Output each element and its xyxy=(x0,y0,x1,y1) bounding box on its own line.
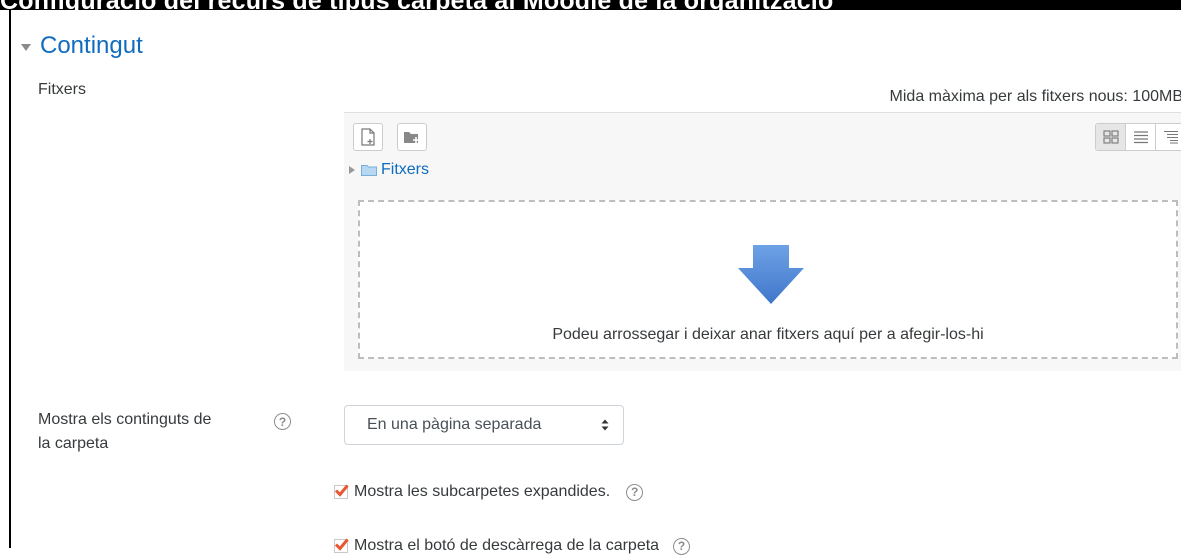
tree-view-icon xyxy=(1163,130,1178,144)
display-select-value: En una pàgina separada xyxy=(367,416,542,433)
content-section: Contingut Fitxers Mida màxima per als fi… xyxy=(9,10,1181,555)
download-button-checkbox[interactable] xyxy=(334,538,349,553)
folder-path[interactable]: Fitxers xyxy=(349,161,429,179)
cropped-heading: Configuració del recurs de tipus carpeta… xyxy=(0,0,1181,10)
section-header[interactable]: Contingut xyxy=(21,32,143,60)
help-icon[interactable]: ? xyxy=(673,537,691,555)
option-download-button[interactable]: Mostra el botó de descàrrega de la carpe… xyxy=(334,537,691,555)
add-file-icon xyxy=(361,128,375,146)
drop-zone-message: Podeu arrossegar i deixar anar fitxers a… xyxy=(552,326,984,343)
list-view-button[interactable] xyxy=(1125,124,1155,150)
max-file-size: Mida màxima per als fitxers nous: 100MB xyxy=(889,88,1181,105)
chevron-updown-icon xyxy=(601,419,609,431)
top-banner: Configuració del recurs de tipus carpeta… xyxy=(0,0,1181,10)
create-folder-icon xyxy=(404,132,419,143)
download-button-label: Mostra el botó de descàrrega de la carpe… xyxy=(354,537,660,554)
display-label-line2: la carpeta xyxy=(38,435,109,452)
expand-arrow-icon[interactable] xyxy=(349,166,355,174)
check-icon xyxy=(334,538,349,551)
add-file-button[interactable] xyxy=(353,123,383,151)
display-select[interactable]: En una pàgina separada xyxy=(344,405,624,445)
tree-view-button[interactable] xyxy=(1155,124,1181,150)
icon-view-button[interactable] xyxy=(1096,124,1125,150)
collapse-icon[interactable] xyxy=(21,43,31,51)
expand-subfolders-label: Mostra les subcarpetes expandides. xyxy=(354,483,611,500)
check-icon xyxy=(334,484,349,497)
drop-zone[interactable]: Podeu arrossegar i deixar anar fitxers a… xyxy=(358,200,1178,359)
section-title[interactable]: Contingut xyxy=(40,32,143,60)
expand-subfolders-checkbox[interactable] xyxy=(334,484,349,499)
create-folder-button[interactable] xyxy=(397,123,427,151)
view-switcher xyxy=(1095,123,1181,151)
files-label: Fitxers xyxy=(38,81,86,98)
help-icon[interactable]: ? xyxy=(274,413,291,430)
download-arrow-icon xyxy=(738,245,804,304)
icon-view-icon xyxy=(1102,130,1119,144)
option-expand-subfolders[interactable]: Mostra les subcarpetes expandides. ? xyxy=(334,483,644,501)
display-label-line1: Mostra els continguts de xyxy=(38,411,212,428)
file-picker: Fitxers Podeu arrossegar i deixar anar f… xyxy=(344,112,1181,371)
folder-icon xyxy=(361,165,377,176)
list-view-icon xyxy=(1133,131,1148,144)
folder-path-link[interactable]: Fitxers xyxy=(381,161,429,179)
help-icon[interactable]: ? xyxy=(626,483,644,501)
